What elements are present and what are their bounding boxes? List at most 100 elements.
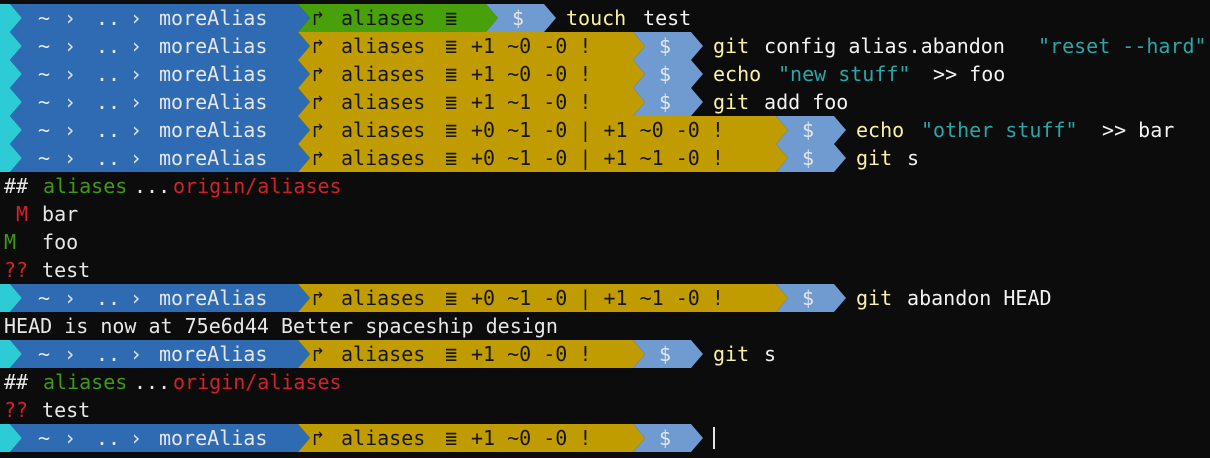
command-args: s xyxy=(895,146,920,170)
branch-name: aliases xyxy=(341,62,426,86)
git-changes-status: +0 ~1 -0 | +1 ~0 -0 ! xyxy=(471,118,724,142)
git-status-segment: ↱ aliases ≣ +0 ~1 -0 | +1 ~1 -0 ! xyxy=(298,144,788,172)
command-args: s xyxy=(752,342,777,366)
branch-name: aliases xyxy=(341,90,426,114)
dollar-icon: $ xyxy=(659,34,672,58)
terminal-window[interactable]: ~ ›.. › moreAlias ↱ aliases ≣ $ touch test ~ ›.. › m… xyxy=(0,0,1210,458)
output-text: HEAD is now at 75e6d44 Better spaceship … xyxy=(4,314,558,338)
path-divider-icon: › xyxy=(64,426,77,450)
branch-icon: ↱ xyxy=(312,426,325,450)
git-changes-status: +1 ~0 -0 ! xyxy=(471,342,592,366)
branch-name: aliases xyxy=(341,118,426,142)
sync-status-icon: ≣ xyxy=(445,286,458,310)
path-divider-icon: › xyxy=(64,146,77,170)
dollar-icon: $ xyxy=(659,342,672,366)
current-dir-label: moreAlias xyxy=(159,62,268,86)
path-segment: ~ ›.. › moreAlias xyxy=(10,424,310,452)
command-name: git xyxy=(856,286,893,310)
git-status-segment: ↱ aliases ≣ +1 ~1 -0 ! xyxy=(298,88,645,116)
prompt-line: ~ ›.. › moreAlias ↱ aliases ≣ +1 ~0 -0 ! $ xyxy=(0,424,1210,452)
command-args: "reset --hard" xyxy=(1038,34,1207,58)
current-dir-label: moreAlias xyxy=(159,342,268,366)
path-segment: ~ ›.. › moreAlias xyxy=(10,116,310,144)
command-name: echo xyxy=(856,118,905,142)
command-name: git xyxy=(856,146,893,170)
current-dir-label: moreAlias xyxy=(159,146,268,170)
git-changes-status: +0 ~1 -0 | +1 ~1 -0 ! xyxy=(471,286,724,310)
output-line: M foo xyxy=(0,228,1210,256)
output-line: ## aliases... origin/aliases xyxy=(0,172,1210,200)
text-cursor[interactable] xyxy=(713,427,715,449)
parent-dir-label: .. xyxy=(96,146,121,170)
command-args: >> bar xyxy=(1090,118,1175,142)
parent-dir-label: .. xyxy=(96,286,121,310)
prompt-line: ~ ›.. › moreAlias ↱ aliases ≣ +1 ~0 -0 ! $ git s xyxy=(0,340,1210,368)
sync-status-icon: ≣ xyxy=(445,342,458,366)
home-icon: ~ xyxy=(38,118,51,142)
current-dir-label: moreAlias xyxy=(159,426,268,450)
branch-name: aliases xyxy=(341,342,426,366)
prompt-line: ~ ›.. › moreAlias ↱ aliases ≣ $ touch test xyxy=(0,4,1210,32)
prompt-symbol-segment: $ xyxy=(633,32,703,60)
output-line: ?? test xyxy=(0,256,1210,284)
command-args: test xyxy=(631,6,692,30)
command-name: echo xyxy=(713,62,762,86)
output-line: ## aliases... origin/aliases xyxy=(0,368,1210,396)
git-status-segment: ↱ aliases ≣ +1 ~0 -0 ! xyxy=(298,32,645,60)
command-name: git xyxy=(713,90,750,114)
current-dir-label: moreAlias xyxy=(159,90,268,114)
git-status-segment: ↱ aliases ≣ xyxy=(298,4,498,32)
home-icon: ~ xyxy=(38,342,51,366)
home-icon: ~ xyxy=(38,90,51,114)
command-args: config alias.abandon xyxy=(752,34,1017,58)
dollar-icon: $ xyxy=(659,426,672,450)
parent-dir-label: .. xyxy=(96,34,121,58)
output-text: aliases xyxy=(43,370,128,394)
sync-status-icon: ≣ xyxy=(445,34,458,58)
output-text: bar xyxy=(30,202,79,226)
path-segment: ~ ›.. › moreAlias xyxy=(10,144,310,172)
home-icon: ~ xyxy=(38,426,51,450)
prompt-symbol-segment: $ xyxy=(486,4,556,32)
git-changes-status: +1 ~0 -0 ! xyxy=(471,62,592,86)
output-text: test xyxy=(30,258,91,282)
dollar-icon: $ xyxy=(802,286,815,310)
path-divider-icon: › xyxy=(64,62,77,86)
path-segment: ~ ›.. › moreAlias xyxy=(10,60,310,88)
prompt-line: ~ ›.. › moreAlias ↱ aliases ≣ +1 ~0 -0 ! $ git co… xyxy=(0,32,1210,60)
home-icon: ~ xyxy=(38,286,51,310)
prompt-symbol-segment: $ xyxy=(776,116,846,144)
path-segment: ~ ›.. › moreAlias xyxy=(10,340,310,368)
branch-name: aliases xyxy=(341,146,426,170)
path-divider-icon: › xyxy=(130,6,143,30)
branch-name: aliases xyxy=(341,286,426,310)
prompt-line: ~ ›.. › moreAlias ↱ aliases ≣ +0 ~1 -0 | +1 ~1 … xyxy=(0,144,1210,172)
git-changes-status: +1 ~0 -0 ! xyxy=(471,426,592,450)
branch-icon: ↱ xyxy=(312,286,325,310)
output-text: ... xyxy=(134,174,171,198)
command-args: "other stuff" xyxy=(921,118,1078,142)
sync-status-icon: ≣ xyxy=(445,90,458,114)
output-text: ?? xyxy=(4,258,29,282)
command-args: "new stuff" xyxy=(778,62,911,86)
branch-name: aliases xyxy=(341,6,426,30)
path-segment: ~ ›.. › moreAlias xyxy=(10,4,310,32)
parent-dir-label: .. xyxy=(96,118,121,142)
current-dir-label: moreAlias xyxy=(159,6,268,30)
prompt-line: ~ ›.. › moreAlias ↱ aliases ≣ +1 ~1 -0 ! $ git ad… xyxy=(0,88,1210,116)
output-text: ## xyxy=(4,174,41,198)
branch-icon: ↱ xyxy=(312,34,325,58)
prompt-symbol-segment: $ xyxy=(633,88,703,116)
path-divider-icon: › xyxy=(130,34,143,58)
command-args: add foo xyxy=(752,90,849,114)
dollar-icon: $ xyxy=(802,118,815,142)
output-text: ## xyxy=(4,370,41,394)
prompt-symbol-segment: $ xyxy=(776,144,846,172)
prompt-symbol-segment: $ xyxy=(776,284,846,312)
output-text: M xyxy=(4,202,29,226)
git-status-segment: ↱ aliases ≣ +1 ~0 -0 ! xyxy=(298,60,645,88)
output-text: M xyxy=(4,230,29,254)
branch-icon: ↱ xyxy=(312,62,325,86)
dollar-icon: $ xyxy=(802,146,815,170)
command-args xyxy=(765,60,777,88)
